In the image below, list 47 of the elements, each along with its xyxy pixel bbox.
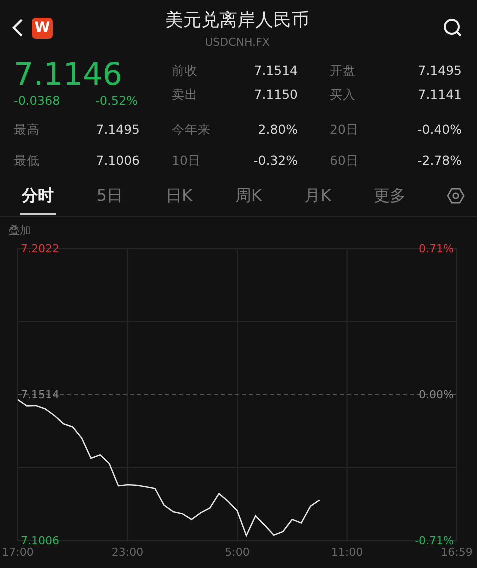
stat-value: 7.1514 bbox=[254, 63, 298, 79]
stat-value: -2.78% bbox=[418, 152, 462, 170]
price-axis-label: 7.1514 bbox=[21, 388, 60, 402]
stat-label: 开盘 bbox=[330, 63, 356, 79]
overlay-label[interactable]: 叠加 bbox=[0, 217, 477, 241]
search-icon[interactable] bbox=[443, 18, 463, 38]
stat-label: 最低 bbox=[14, 152, 40, 170]
back-icon[interactable] bbox=[12, 18, 24, 38]
stat-label: 今年来 bbox=[172, 122, 211, 139]
stat-value: 2.80% bbox=[258, 122, 298, 139]
time-axis-label: 23:00 bbox=[112, 546, 144, 559]
stat-label: 20日 bbox=[330, 122, 359, 139]
time-axis-label: 5:00 bbox=[225, 546, 250, 559]
chart-tab[interactable]: 日K bbox=[164, 178, 194, 214]
time-axis-label: 11:00 bbox=[331, 546, 364, 559]
stat-value: -0.40% bbox=[418, 122, 462, 139]
stat-value: 7.1495 bbox=[418, 63, 462, 79]
stat-label: 前收 bbox=[172, 63, 198, 79]
chart-tab[interactable]: 周K bbox=[233, 178, 264, 214]
chart-tab[interactable]: 更多 bbox=[372, 178, 408, 214]
price-change: -0.0368 bbox=[14, 94, 60, 108]
stat-value: 7.1150 bbox=[254, 87, 298, 103]
chart-tab[interactable]: 5日 bbox=[94, 178, 126, 214]
percent-axis-label: -0.71% bbox=[415, 534, 454, 548]
stat-label: 最高 bbox=[14, 122, 40, 139]
time-axis-label: 16:59 bbox=[441, 546, 473, 559]
page-title: 美元兑离岸人民币 bbox=[166, 8, 310, 32]
percent-change: -0.52% bbox=[96, 94, 138, 108]
percent-axis-label: 0.71% bbox=[419, 242, 454, 256]
stat-value: 7.1006 bbox=[96, 152, 140, 170]
stat-value: 7.1495 bbox=[96, 122, 140, 139]
percent-axis-label: 0.00% bbox=[419, 388, 454, 402]
stat-label: 卖出 bbox=[172, 87, 198, 103]
app-logo: W bbox=[32, 18, 53, 38]
current-price: 7.1146 bbox=[14, 56, 124, 94]
time-axis-label: 17:00 bbox=[2, 546, 34, 559]
stat-label: 60日 bbox=[330, 152, 359, 170]
chart-tab[interactable]: 月K bbox=[302, 178, 334, 214]
price-axis-label: 7.2022 bbox=[21, 242, 60, 256]
stat-value: 7.1141 bbox=[418, 87, 462, 103]
symbol-code: USDCNH.FX bbox=[205, 36, 270, 48]
stat-label: 10日 bbox=[172, 152, 201, 170]
settings-icon[interactable] bbox=[446, 187, 465, 205]
chart-tab[interactable]: 分时 bbox=[20, 178, 56, 214]
stat-value: -0.32% bbox=[254, 152, 298, 170]
stat-label: 买入 bbox=[330, 87, 356, 103]
price-axis-label: 7.1006 bbox=[21, 534, 60, 548]
